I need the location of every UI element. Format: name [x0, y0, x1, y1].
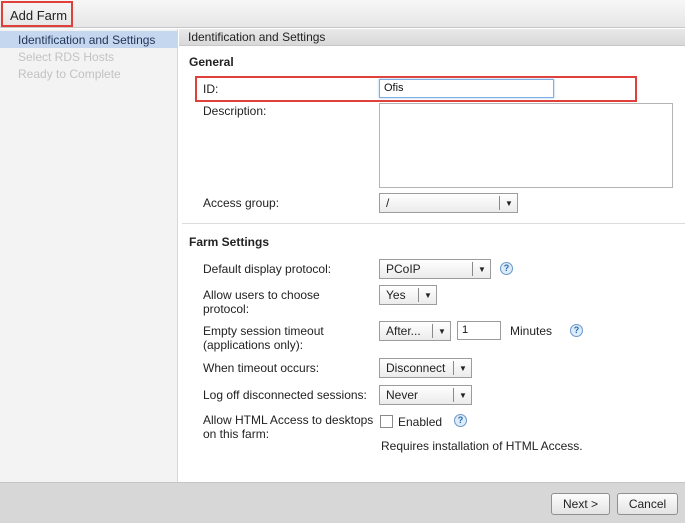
display-protocol-label: Default display protocol: [203, 262, 332, 276]
logoff-select[interactable]: Never ▼ [379, 385, 472, 405]
html-access-label-line2: on this farm: [203, 427, 270, 441]
title-bar: Add Farm [0, 0, 685, 28]
access-group-select[interactable]: / ▼ [379, 193, 518, 213]
logoff-label: Log off disconnected sessions: [203, 388, 367, 402]
allow-choose-value: Yes [386, 288, 406, 302]
id-input[interactable]: Ofis [379, 79, 554, 98]
access-group-value: / [386, 196, 390, 210]
cancel-button[interactable]: Cancel [617, 493, 678, 515]
select-separator [453, 361, 454, 375]
empty-timeout-label-line1: Empty session timeout [203, 324, 324, 338]
general-section-title: General [189, 55, 234, 69]
step-identification-settings[interactable]: Identification and Settings [0, 31, 177, 48]
allow-choose-label-line2: protocol: [203, 302, 250, 316]
chevron-down-icon: ▼ [424, 291, 432, 300]
empty-timeout-unit: Minutes [510, 324, 553, 338]
chevron-down-icon: ▼ [459, 364, 467, 373]
chevron-down-icon: ▼ [438, 327, 446, 336]
window-title: Add Farm [1, 1, 73, 27]
farm-settings-section-title: Farm Settings [189, 235, 270, 249]
select-separator [418, 288, 419, 302]
step-select-rds-hosts: Select RDS Hosts [18, 50, 115, 64]
html-access-label-line1: Allow HTML Access to desktops [203, 413, 374, 427]
allow-choose-label-line1: Allow users to choose [203, 288, 320, 302]
html-access-checkbox-label[interactable]: Enabled [398, 415, 442, 429]
empty-timeout-mode-select[interactable]: After... ▼ [379, 321, 451, 341]
when-timeout-label: When timeout occurs: [203, 361, 320, 375]
display-protocol-value: PCoIP [386, 262, 421, 276]
logoff-value: Never [386, 388, 419, 402]
section-divider [182, 223, 685, 224]
when-timeout-value: Disconnect [386, 361, 446, 375]
when-timeout-select[interactable]: Disconnect ▼ [379, 358, 472, 378]
id-label: ID: [203, 82, 219, 96]
chevron-down-icon: ▼ [505, 199, 513, 208]
next-button[interactable]: Next > [551, 493, 610, 515]
description-label: Description: [203, 104, 267, 118]
panel-header: Identification and Settings [179, 29, 685, 46]
empty-timeout-help-icon[interactable]: ? [570, 324, 583, 337]
empty-timeout-input[interactable]: 1 [457, 321, 501, 340]
step-ready-to-complete: Ready to Complete [18, 67, 121, 81]
display-protocol-help-icon[interactable]: ? [500, 262, 513, 275]
html-access-help-icon[interactable]: ? [454, 414, 467, 427]
empty-timeout-label-line2: (applications only): [203, 338, 304, 352]
access-group-label: Access group: [203, 196, 280, 210]
select-separator [453, 388, 454, 402]
dialog-footer: Next > Cancel [0, 482, 685, 523]
allow-choose-select[interactable]: Yes ▼ [379, 285, 437, 305]
select-separator [499, 196, 500, 210]
select-separator [472, 262, 473, 276]
display-protocol-select[interactable]: PCoIP ▼ [379, 259, 491, 279]
empty-timeout-mode-value: After... [386, 324, 421, 338]
description-textarea[interactable] [379, 103, 673, 188]
chevron-down-icon: ▼ [459, 391, 467, 400]
html-access-note: Requires installation of HTML Access. [381, 439, 583, 453]
chevron-down-icon: ▼ [478, 265, 486, 274]
select-separator [432, 324, 433, 338]
wizard-steps-sidebar: Identification and Settings Select RDS H… [0, 29, 178, 482]
html-access-checkbox[interactable] [380, 415, 393, 428]
